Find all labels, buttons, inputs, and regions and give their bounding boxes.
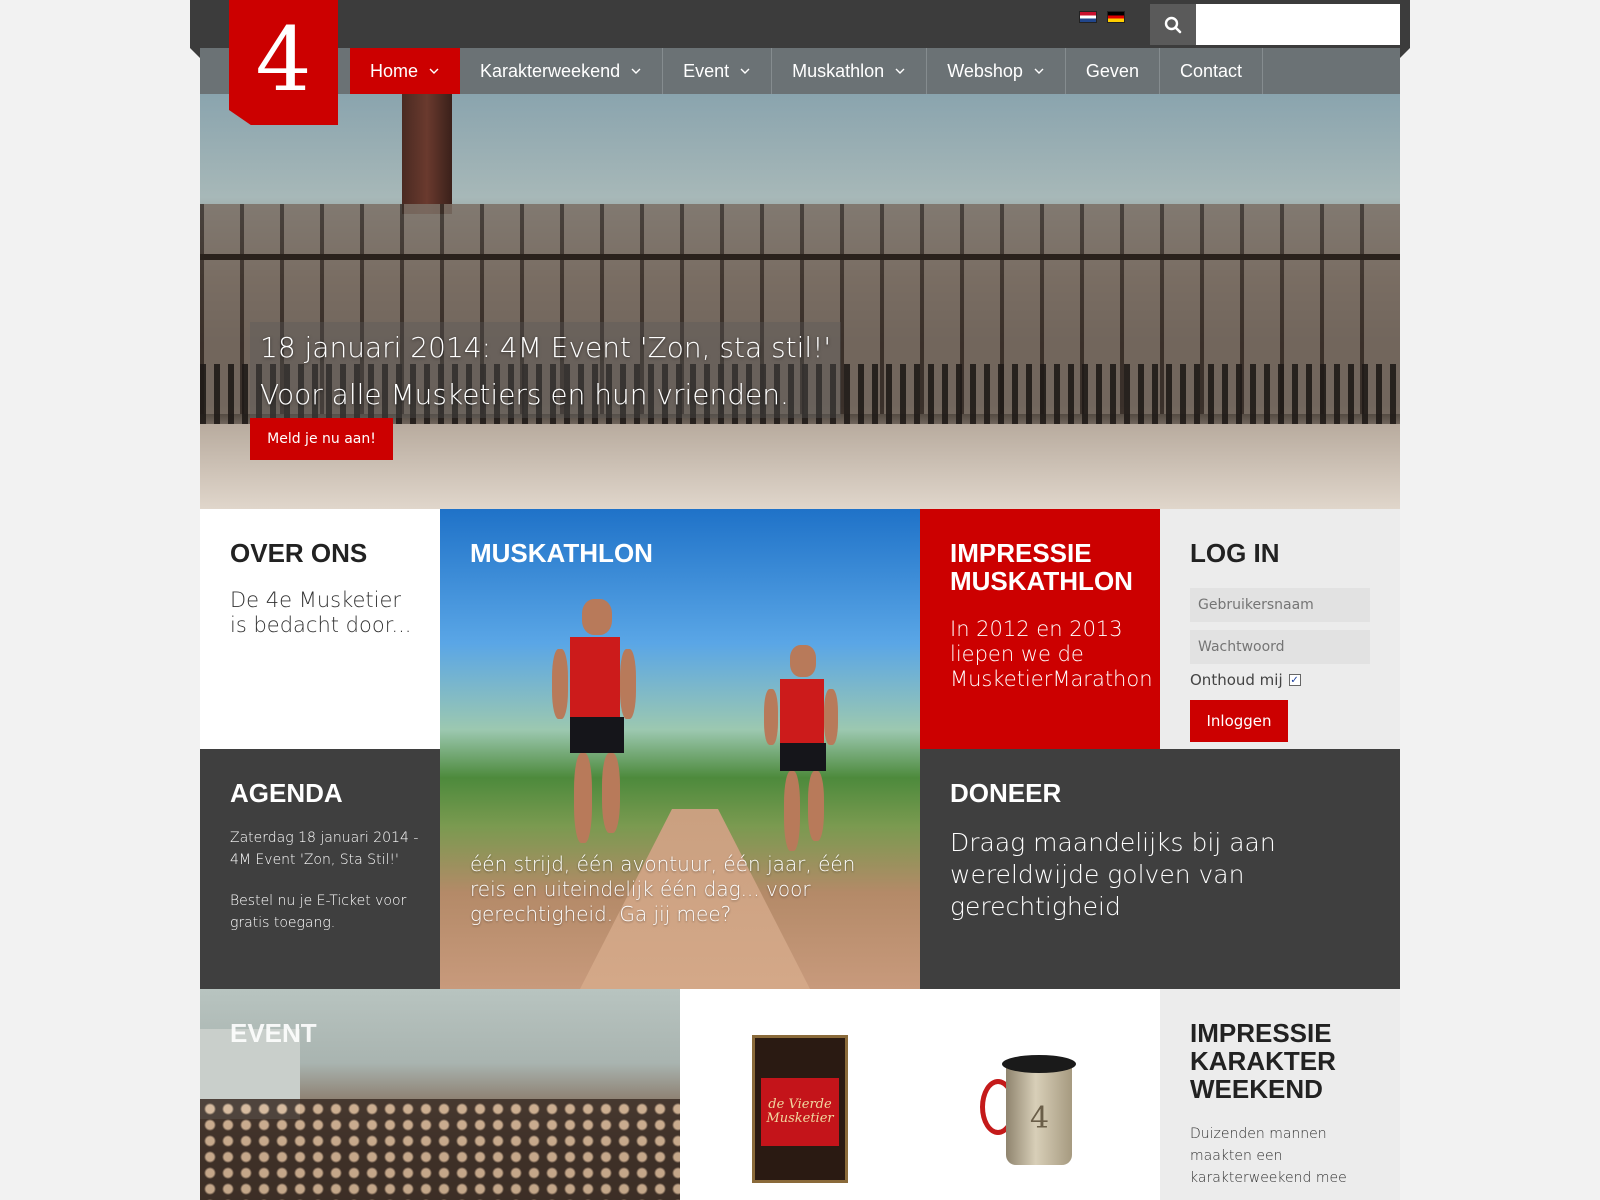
tile-impressie-muskathlon[interactable]: IMPRESSIE MUSKATHLON In 2012 en 2013 lie… — [920, 509, 1160, 749]
nav-item-label: Contact — [1179, 60, 1243, 81]
event-image-crowd — [200, 1099, 680, 1200]
agenda-event: Zaterdag 18 januari 2014 - 4M Event 'Zon… — [230, 830, 419, 868]
remember-checkbox[interactable]: ✓ — [1288, 674, 1301, 686]
dutch-flag-icon[interactable] — [1079, 11, 1097, 23]
nav-item-contact[interactable]: Contact — [1160, 48, 1264, 94]
username-field[interactable] — [1190, 588, 1370, 622]
chevron-down-icon — [429, 68, 439, 74]
tile-title: IMPRESSIE MUSKATHLON — [950, 539, 1133, 595]
tile-text: De 4e Musketier is bedacht door... — [230, 588, 412, 637]
hero-caption: 18 januari 2014: 4M Event 'Zon, sta stil… — [250, 322, 842, 418]
search-input[interactable] — [1196, 4, 1400, 45]
nav-item-home[interactable]: Home — [350, 48, 461, 94]
tile-title: MUSKATHLON — [470, 538, 653, 568]
tile-muskathlon[interactable]: MUSKATHLON één strijd, één avontuur, één… — [440, 509, 920, 989]
chevron-down-icon — [740, 68, 750, 74]
hero-image-chimney — [402, 94, 452, 214]
nav-item-event[interactable]: Event — [663, 48, 773, 94]
main-nav: Home Karakterweekend Event Muskathlon Websho… — [200, 48, 1400, 94]
tile-agenda[interactable]: AGENDA Zaterdag 18 januari 2014 - 4M Eve… — [200, 749, 440, 989]
signup-button[interactable]: Meld je nu aan! — [250, 418, 393, 460]
nav-item-label: Home — [370, 60, 419, 81]
tile-title: IMPRESSIE KARAKTER WEEKEND — [1190, 1019, 1336, 1103]
tile-text: Duizenden mannen maakten een karakterwee… — [1190, 1126, 1347, 1186]
mug-logo: 4 — [1030, 1101, 1050, 1136]
login-button[interactable]: Inloggen — [1190, 700, 1288, 742]
nav-item-webshop[interactable]: Webshop — [927, 48, 1066, 94]
hero-subline: Voor alle Musketiers en hun vrienden. — [260, 378, 789, 411]
nav-item-label: Muskathlon — [792, 60, 885, 81]
nav-item-karakterweekend[interactable]: Karakterweekend — [460, 48, 664, 94]
german-flag-icon[interactable] — [1107, 11, 1125, 23]
tile-title: DONEER — [950, 778, 1062, 808]
logo-text: 4 — [255, 7, 312, 111]
tile-over-ons[interactable]: OVER ONS De 4e Musketier is bedacht door… — [200, 509, 440, 749]
nav-item-geven[interactable]: Geven — [1066, 48, 1160, 94]
top-bar-ear — [1400, 48, 1410, 58]
tile-text: In 2012 en 2013 liepen we de MusketierMa… — [950, 617, 1153, 691]
mug-product-image[interactable]: 4 — [980, 1055, 1076, 1165]
password-field[interactable] — [1190, 630, 1370, 664]
hero-banner: 18 januari 2014: 4M Event 'Zon, sta stil… — [200, 94, 1400, 509]
chevron-down-icon — [1034, 68, 1044, 74]
remember-me[interactable]: Onthoud mij ✓ — [1190, 671, 1301, 689]
nav-item-muskathlon[interactable]: Muskathlon — [772, 48, 928, 94]
tile-text: één strijd, één avontuur, één jaar, één … — [470, 852, 856, 926]
tile-doneer[interactable]: DONEER Draag maandelijks bij aan wereldw… — [920, 749, 1400, 989]
top-bar-ear — [190, 48, 200, 58]
muskathlon-image-runner — [552, 599, 640, 859]
mug-lid — [1002, 1055, 1076, 1073]
tile-title-line: WEEKEND — [1190, 1074, 1323, 1104]
tile-title: EVENT — [230, 1018, 317, 1048]
muskathlon-image-runner — [764, 645, 840, 865]
login-title: LOG IN — [1190, 538, 1280, 568]
nav-item-label: Geven — [1085, 60, 1139, 81]
tile-title: AGENDA — [230, 778, 343, 808]
nav-item-label: Karakterweekend — [480, 60, 621, 81]
tile-title-line: KARAKTER — [1190, 1046, 1336, 1076]
tile-impressie-karakterweekend[interactable]: IMPRESSIE KARAKTER WEEKEND Duizenden man… — [1160, 989, 1400, 1200]
tile-title-line: MUSKATHLON — [950, 566, 1133, 596]
book-cover-title: de Vierde Musketier — [761, 1078, 839, 1146]
agenda-ticket-text: Bestel nu je E-Ticket voor gratis toegan… — [230, 893, 407, 931]
site-logo[interactable]: 4 — [229, 0, 338, 125]
nav-item-label: Webshop — [947, 60, 1023, 81]
tile-title: OVER ONS — [230, 538, 368, 568]
search-icon — [1164, 16, 1182, 33]
search-button[interactable] — [1150, 4, 1196, 45]
tile-text: Draag maandelijks bij aan wereldwijde go… — [950, 828, 1276, 921]
tile-webshop: de Vierde Musketier 4 — [680, 989, 1160, 1200]
hero-image-detail — [200, 254, 1400, 260]
tile-title-line: IMPRESSIE — [950, 538, 1092, 568]
chevron-down-icon — [631, 68, 641, 74]
tile-event[interactable]: EVENT — [200, 989, 680, 1200]
chevron-down-icon — [895, 68, 905, 74]
nav-item-label: Event — [683, 60, 730, 81]
hero-headline: 18 januari 2014: 4M Event 'Zon, sta stil… — [260, 331, 832, 364]
book-product-image[interactable]: de Vierde Musketier — [752, 1035, 848, 1183]
tile-title-line: IMPRESSIE — [1190, 1018, 1332, 1048]
remember-label: Onthoud mij — [1190, 671, 1283, 689]
tile-login: LOG IN Onthoud mij ✓ Inloggen — [1160, 509, 1400, 749]
